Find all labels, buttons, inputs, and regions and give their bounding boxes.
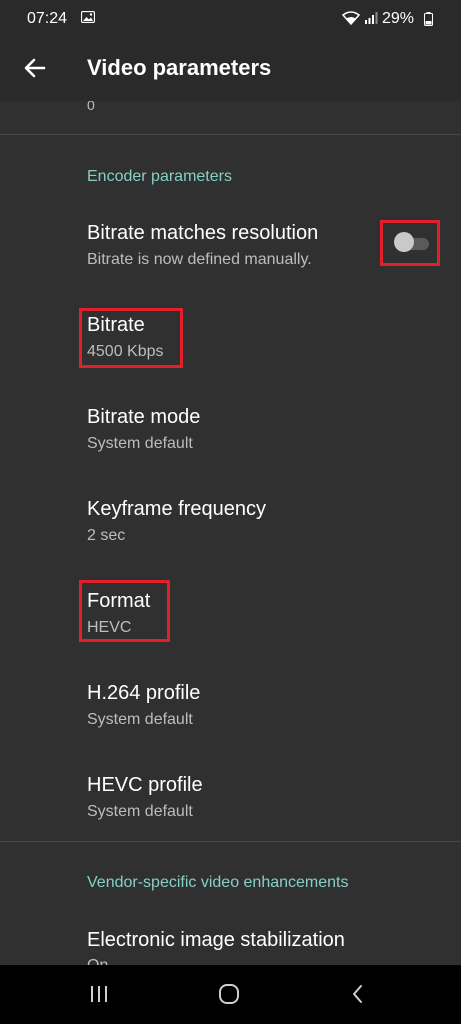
app-bar: Video parameters: [0, 37, 461, 101]
toggle-thumb: [394, 232, 414, 252]
status-bar: 07:24 29%: [0, 0, 461, 37]
back-icon[interactable]: [348, 984, 368, 1004]
wifi-icon: [342, 11, 360, 25]
previous-item-summary: 0: [87, 101, 95, 113]
pref-title: H.264 profile: [87, 682, 201, 704]
pref-summary: System default: [87, 435, 193, 452]
section-header-vendor: Vendor-specific video enhancements: [87, 874, 349, 891]
bitrate-match-toggle[interactable]: [380, 220, 440, 266]
pref-title: Electronic image stabilization: [87, 929, 345, 951]
pref-title: Format: [87, 590, 151, 612]
page-title: Video parameters: [87, 55, 272, 80]
pref-summary: 2 sec: [87, 527, 126, 544]
pref-summary: Bitrate is now defined manually.: [87, 251, 312, 268]
navigation-bar: [0, 965, 461, 1024]
pref-summary: System default: [87, 711, 193, 728]
recent-apps-icon[interactable]: [89, 984, 109, 1004]
pref-title: Bitrate matches resolution: [87, 222, 319, 244]
settings-list[interactable]: 0 Encoder parameters Bitrate matches res…: [0, 101, 461, 965]
arrow-left-icon[interactable]: [18, 51, 52, 85]
image-icon: [81, 11, 95, 23]
pref-title: HEVC profile: [87, 774, 203, 796]
pref-title: Bitrate: [87, 314, 145, 336]
home-icon[interactable]: [218, 984, 240, 1004]
pref-title: Keyframe frequency: [87, 498, 266, 520]
section-header-encoder: Encoder parameters: [87, 168, 232, 185]
pref-summary: 4500 Kbps: [87, 343, 164, 360]
battery-percent: 29%: [382, 10, 415, 27]
battery-icon: [424, 12, 433, 26]
pref-title: Bitrate mode: [87, 406, 201, 428]
pref-summary: On: [87, 957, 108, 965]
pref-summary: System default: [87, 803, 193, 820]
signal-icon: [365, 12, 378, 24]
divider: [0, 134, 461, 135]
divider: [0, 841, 461, 842]
pref-summary: HEVC: [87, 619, 132, 636]
status-time: 07:24: [27, 10, 68, 27]
